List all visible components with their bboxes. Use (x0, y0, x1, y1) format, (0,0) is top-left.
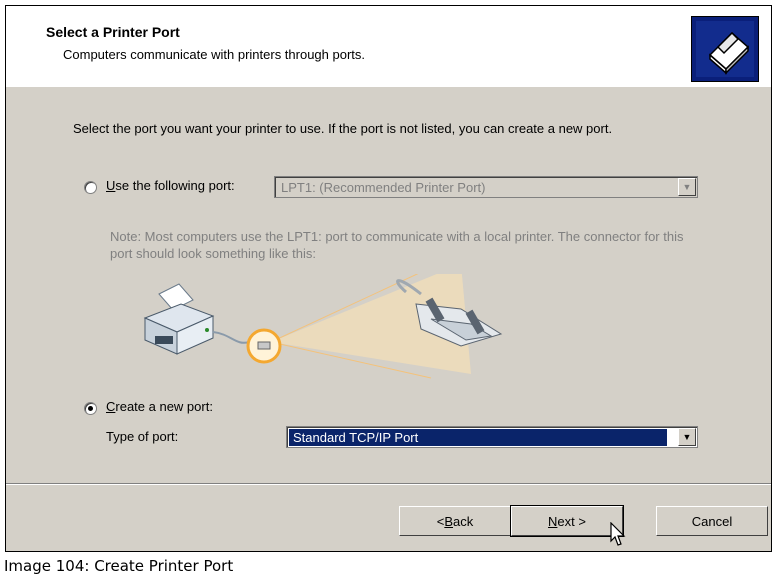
page-subtitle: Computers communicate with printers thro… (63, 47, 366, 62)
wizard-header: Select a Printer Port Computers communic… (6, 6, 771, 87)
use-port-label[interactable]: Use the following port: (106, 178, 235, 193)
printer-header-icon (691, 16, 759, 82)
use-port-radio[interactable] (84, 181, 97, 194)
dropdown-arrow-icon[interactable]: ▼ (678, 178, 696, 196)
existing-port-value: LPT1: (Recommended Printer Port) (281, 180, 486, 195)
port-illustration (131, 261, 531, 384)
footer-divider-highlight (6, 484, 771, 485)
printer-wizard-window: Select a Printer Port Computers communic… (5, 5, 772, 552)
radio-selected-dot (88, 406, 93, 411)
cancel-button[interactable]: Cancel (656, 506, 768, 536)
create-port-radio[interactable] (84, 402, 97, 415)
dropdown-arrow-icon[interactable]: ▼ (678, 428, 696, 446)
printer-icon (143, 283, 215, 355)
lpt-note-text: Note: Most computers use the LPT1: port … (110, 229, 684, 261)
page-title: Select a Printer Port (46, 24, 180, 40)
back-button[interactable]: < Back (399, 506, 511, 536)
instructions-text: Select the port you want your printer to… (73, 121, 613, 136)
port-type-dropdown[interactable]: Standard TCP/IP Port ▼ (286, 426, 698, 448)
port-type-label: Type of port: (106, 429, 179, 444)
create-port-label[interactable]: Create a new port: (106, 399, 213, 414)
next-button[interactable]: Next > (510, 505, 624, 537)
existing-port-dropdown[interactable]: LPT1: (Recommended Printer Port) ▼ (274, 176, 698, 198)
header-divider (6, 86, 771, 87)
image-caption: Image 104: Create Printer Port (4, 557, 234, 575)
mouse-cursor-icon (610, 521, 628, 553)
port-type-value: Standard TCP/IP Port (289, 429, 667, 446)
